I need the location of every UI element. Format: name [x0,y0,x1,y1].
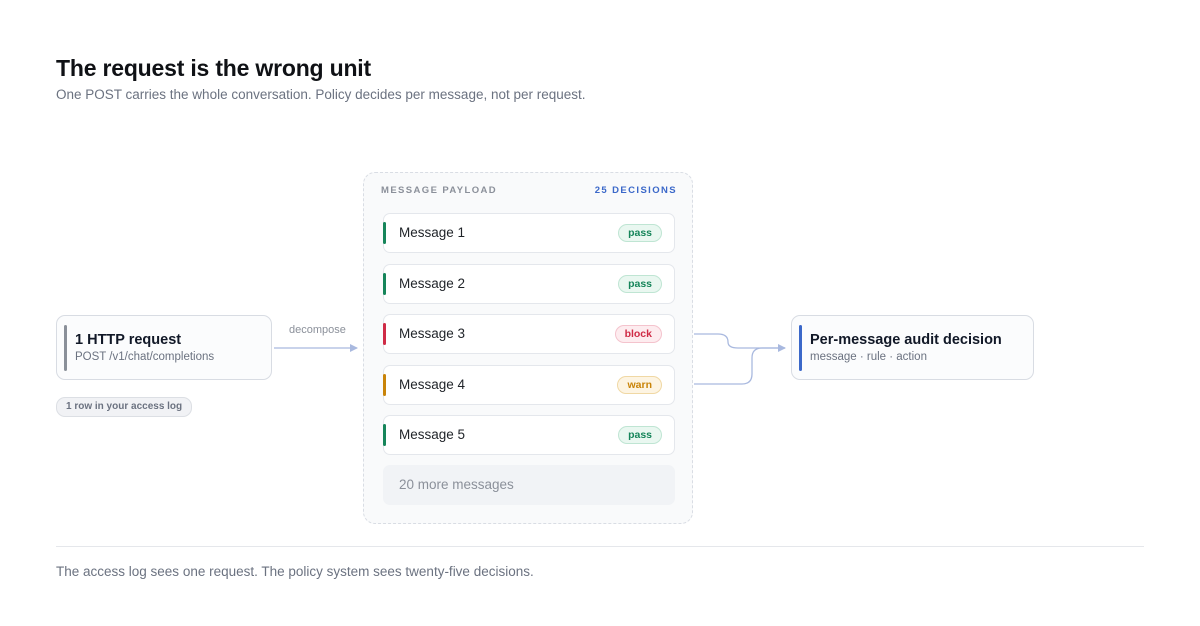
message-status-bar [383,323,386,345]
message-name: Message 3 [399,326,466,341]
message-name: Message 2 [399,276,466,291]
message-status-bar [383,273,386,295]
status-badge: block [614,325,662,343]
message-row: Message 2 pass [383,264,675,304]
footer-divider [56,546,1144,547]
more-messages-row: 20 more messages [383,465,675,505]
message-name: Message 4 [399,377,466,392]
more-messages-label: 20 more messages [399,477,514,492]
footer-caption: The access log sees one request. The pol… [56,564,534,579]
message-name: Message 5 [399,427,466,442]
request-accent-bar [64,325,67,371]
decision-title: Per-message audit decision [810,332,1002,348]
message-row: Message 3 block [383,314,675,354]
status-badge: pass [618,275,662,293]
message-status-bar [383,222,386,244]
decision-accent-bar [799,325,802,371]
status-badge: warn [617,376,662,394]
status-badge: pass [618,224,662,242]
block-to-decision-connector [694,333,786,352]
message-row: Message 1 pass [383,213,675,253]
decision-count: 25 DECISIONS [594,185,677,196]
payload-label: MESSAGE PAYLOAD [381,185,498,196]
payload-header: MESSAGE PAYLOAD 25 DECISIONS [381,185,677,196]
message-row: Message 4 warn [383,365,675,405]
diagram-page: The request is the wrong unit One POST c… [0,0,1200,626]
request-title: 1 HTTP request [75,332,182,348]
request-endpoint: POST /v1/chat/completions [75,351,215,363]
message-row: Message 5 pass [383,415,675,455]
message-status-bar [383,424,386,446]
message-name: Message 1 [399,225,466,240]
audit-decision-card: Per-message audit decision message · rul… [791,315,1034,380]
status-badge: pass [618,426,662,444]
message-payload-panel: MESSAGE PAYLOAD 25 DECISIONS Message 1 p… [363,172,693,524]
http-request-card: 1 HTTP request POST /v1/chat/completions [56,315,272,380]
warn-to-decision-connector [694,347,785,385]
decision-fields: message · rule · action [810,351,927,363]
message-status-bar [383,374,386,396]
access-log-pill: 1 row in your access log [56,397,193,417]
decompose-label: decompose [289,324,346,336]
